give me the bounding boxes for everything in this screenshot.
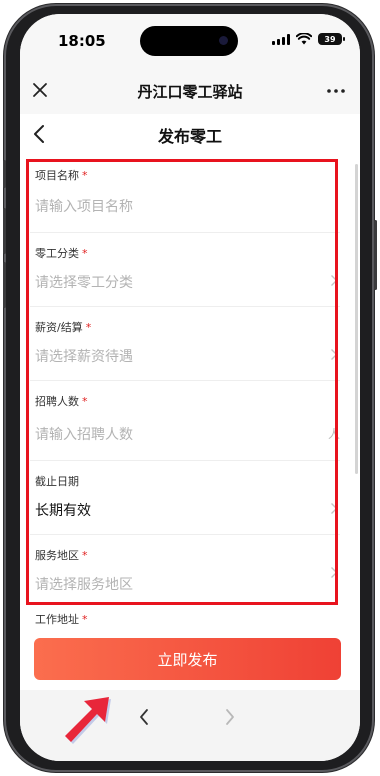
- status-bar: 18:05 39: [20, 14, 360, 66]
- wifi-icon: [296, 33, 312, 45]
- deadline-field[interactable]: 截止日期 长期有效: [30, 460, 340, 535]
- field-label-text: 截止日期: [35, 475, 79, 488]
- service-area-select[interactable]: 请选择服务地区: [35, 574, 133, 594]
- scrollbar[interactable]: [355, 164, 358, 474]
- required-mark: *: [82, 169, 88, 182]
- pointer-arrow-icon: [65, 697, 111, 744]
- headcount-field[interactable]: 招聘人数 * 请输入招聘人数 人: [30, 380, 340, 461]
- salary-settlement-field[interactable]: 薪资/结算 * 请选择薪资待遇: [30, 306, 340, 381]
- service-area-field[interactable]: 服务地区 * 请选择服务地区: [30, 534, 340, 604]
- field-label-text: 项目名称: [35, 169, 79, 182]
- nav-back-icon[interactable]: [138, 708, 150, 726]
- job-category-select[interactable]: 请选择零工分类: [35, 272, 133, 292]
- required-mark: *: [85, 321, 92, 334]
- required-mark: *: [82, 613, 88, 626]
- battery-level: 39: [324, 34, 336, 44]
- field-label: 招聘人数 *: [35, 393, 88, 409]
- publish-now-button[interactable]: 立即发布: [34, 638, 341, 680]
- field-label-text: 零工分类: [35, 247, 79, 260]
- project-name-input[interactable]: 请输入项目名称: [35, 196, 133, 216]
- project-name-field[interactable]: 项目名称 * 请输入项目名称: [30, 154, 340, 233]
- field-label-text: 工作地址: [35, 613, 79, 626]
- required-mark: *: [82, 549, 88, 562]
- mini-program-header: 丹江口零工驿站: [20, 66, 360, 115]
- publish-job-form: 项目名称 * 请输入项目名称 零工分类 * 请选择零工分类 薪资/结算 * 请选择薪资…: [20, 154, 360, 614]
- phone-side-button: [3, 208, 6, 254]
- phone-side-button: [3, 262, 6, 308]
- job-category-field[interactable]: 零工分类 * 请选择零工分类: [30, 232, 340, 307]
- work-address-label[interactable]: 工作地址 *: [35, 611, 88, 627]
- status-icons: 39: [272, 33, 345, 45]
- field-label: 服务地区 *: [35, 547, 88, 563]
- field-label-text: 薪资/结算: [35, 321, 83, 334]
- required-mark: *: [82, 395, 88, 408]
- page-header: 发布零工: [20, 114, 360, 154]
- field-label: 项目名称 *: [35, 167, 88, 183]
- phone-side-button: [374, 220, 377, 290]
- field-label: 零工分类 *: [35, 245, 88, 261]
- salary-select[interactable]: 请选择薪资待遇: [35, 346, 133, 366]
- status-time: 18:05: [58, 32, 106, 50]
- more-options-icon[interactable]: [326, 88, 346, 94]
- mini-program-title: 丹江口零工驿站: [137, 83, 243, 101]
- chevron-right-icon: [331, 349, 338, 360]
- headcount-unit: 人: [327, 427, 340, 441]
- field-label: 薪资/结算 *: [35, 319, 91, 335]
- headcount-input[interactable]: 请输入招聘人数: [35, 424, 133, 444]
- page-title: 发布零工: [157, 127, 222, 146]
- camera-dot: [219, 36, 228, 45]
- field-label: 截止日期: [35, 473, 79, 489]
- field-label-text: 招聘人数: [35, 395, 79, 408]
- cellular-signal-icon: [272, 33, 290, 45]
- dynamic-island: [140, 26, 238, 56]
- chevron-right-icon: [331, 567, 338, 578]
- nav-forward-icon[interactable]: [224, 708, 236, 726]
- chevron-right-icon: [331, 503, 338, 514]
- chevron-right-icon: [331, 275, 338, 286]
- deadline-select[interactable]: 长期有效: [35, 500, 91, 520]
- field-label-text: 服务地区: [35, 549, 79, 562]
- required-mark: *: [82, 247, 88, 260]
- phone-side-button: [3, 160, 6, 188]
- phone-screen: 18:05 39 丹江口零工驿站 发布零工 项目名称 * 请输入项目名称 零工分…: [20, 14, 360, 761]
- battery-icon: 39: [318, 33, 345, 45]
